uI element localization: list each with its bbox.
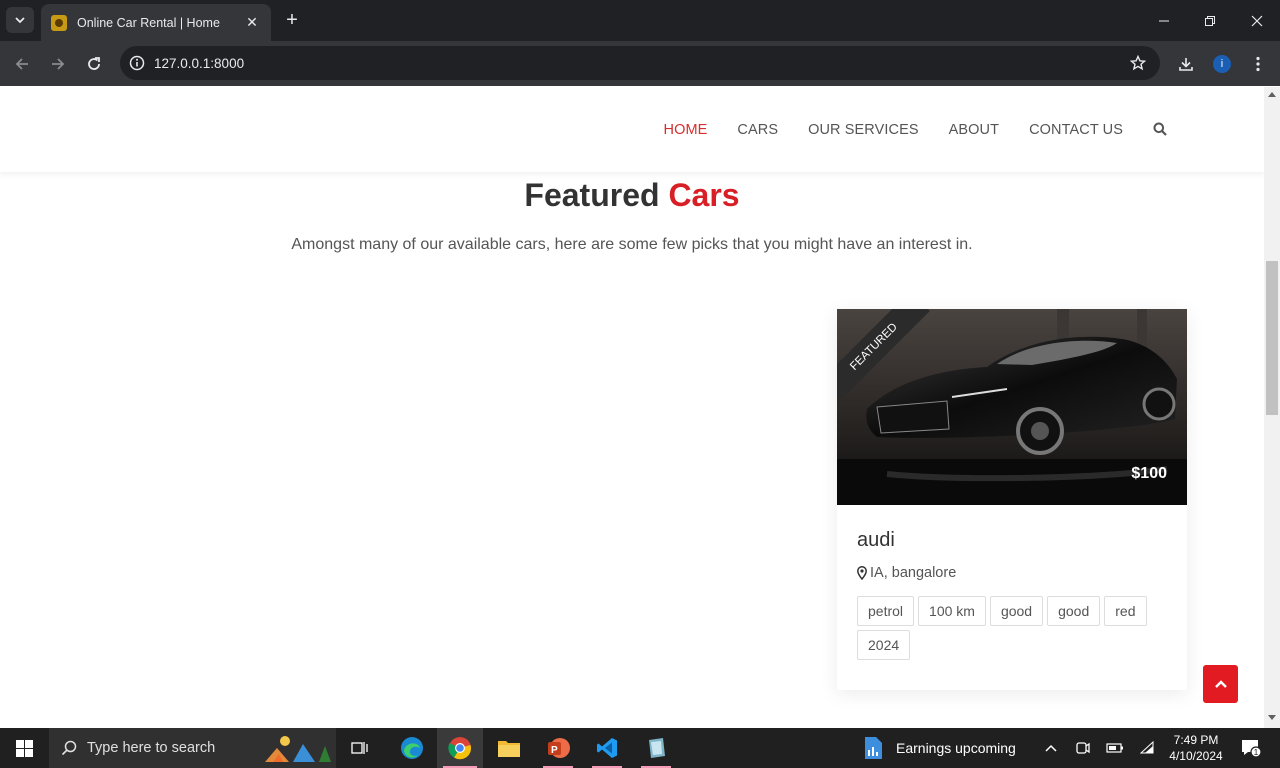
site-favicon-icon [51,14,67,31]
car-location: IA, bangalore [857,565,1167,581]
powerpoint-icon[interactable]: P [535,728,581,768]
url-text: 127.0.0.1:8000 [154,55,245,71]
chevron-up-icon [1214,680,1227,688]
forward-arrow-icon[interactable] [43,49,73,79]
tag-color: red [1104,596,1147,626]
heading-main-text: Featured [524,177,660,213]
heading-accent-text: Cars [668,177,740,213]
restore-icon[interactable] [1187,0,1233,41]
car-image[interactable]: FEATURED $100 [837,309,1187,505]
nav-item-cars[interactable]: CARS [737,122,778,138]
nav-menu: HOME CARS OUR SERVICES ABOUT CONTACT US [634,120,1168,140]
svg-text:P: P [551,745,558,756]
news-widget[interactable]: Earnings upcoming [862,728,1032,768]
nav-item-about[interactable]: ABOUT [949,122,999,138]
tag-mileage: 100 km [918,596,986,626]
windows-taskbar: Type here to search P Earnings upcoming [0,728,1280,768]
site-navbar: HOME CARS OUR SERVICES ABOUT CONTACT US [0,87,1264,172]
tray-overflow-chevron-icon[interactable] [1038,728,1064,768]
nav-search-icon[interactable] [1153,122,1167,140]
back-arrow-icon[interactable] [7,49,37,79]
browser-tab[interactable]: Online Car Rental | Home ✕ [41,4,271,41]
tab-search-chevron-icon[interactable] [6,7,34,33]
nav-item-contact-us[interactable]: CONTACT US [1029,122,1123,138]
car-card[interactable]: FEATURED $100 audi IA, bangalore petrol … [837,309,1187,690]
car-name[interactable]: audi [857,529,1167,552]
new-tab-plus-icon[interactable]: + [281,9,303,31]
chrome-browser-icon[interactable] [437,728,483,768]
windows-start-icon[interactable] [0,728,48,768]
wifi-icon[interactable] [1134,728,1160,768]
tag-year: 2024 [857,630,911,660]
reload-icon[interactable] [79,49,109,79]
minimize-icon[interactable] [1141,0,1187,41]
map-marker-icon [857,566,867,580]
address-bar[interactable]: 127.0.0.1:8000 [120,46,1160,80]
file-explorer-icon[interactable] [486,728,532,768]
window-close-icon[interactable] [1234,0,1280,41]
search-icon [61,740,77,756]
clock-date: 4/10/2024 [1169,749,1223,763]
browser-menu-icon[interactable] [1243,49,1273,79]
car-card-body: audi IA, bangalore petrol 100 km good go… [837,505,1187,684]
bookmark-star-icon[interactable] [1129,54,1147,76]
tag-condition: good [989,596,1044,626]
featured-cars-heading: Featured Cars [0,177,1264,214]
browser-tab-strip: Online Car Rental | Home ✕ + [0,0,1280,41]
edge-browser-icon[interactable] [390,728,434,768]
tag-fuel: petrol [857,596,915,626]
vscode-icon[interactable] [584,728,630,768]
nav-item-our-services[interactable]: OUR SERVICES [808,122,919,138]
scroll-down-arrow-icon[interactable] [1268,715,1276,720]
car-price: $100 [1131,465,1167,482]
car-location-text: IA, bangalore [870,565,957,581]
tag-condition-2: good [1047,596,1101,626]
download-icon[interactable] [1171,49,1201,79]
notification-count: 1 [1254,748,1259,757]
scroll-up-arrow-icon[interactable] [1268,92,1276,97]
page-viewport: HOME CARS OUR SERVICES ABOUT CONTACT US … [0,87,1264,728]
tab-title: Online Car Rental | Home [77,15,220,30]
nav-item-home[interactable]: HOME [664,122,708,138]
scrollbar-thumb[interactable] [1266,261,1278,415]
taskbar-search-placeholder: Type here to search [87,740,216,756]
tab-close-icon[interactable]: ✕ [243,14,261,31]
profile-avatar[interactable]: i [1207,49,1237,79]
clock-time: 7:49 PM [1173,733,1219,747]
news-widget-text: Earnings upcoming [896,740,1016,756]
car-tags: petrol 100 km good good red 2024 [857,596,1167,660]
site-info-icon[interactable] [120,55,154,71]
featured-subtitle: Amongst many of our available cars, here… [291,236,973,253]
task-view-icon[interactable] [341,728,379,768]
campfire-widget-icon [259,734,335,764]
meet-now-icon[interactable] [1070,728,1096,768]
page-scrollbar[interactable] [1264,87,1280,728]
notification-center-icon[interactable]: 1 [1232,728,1272,768]
stock-news-icon [862,736,884,760]
taskbar-search-box[interactable]: Type here to search [49,728,336,768]
browser-toolbar: 127.0.0.1:8000 i [0,41,1280,86]
battery-icon[interactable] [1102,728,1128,768]
scroll-to-top-button[interactable] [1203,665,1238,703]
taskbar-clock[interactable]: 7:49 PM 4/10/2024 [1166,732,1226,764]
notepad-app-icon[interactable] [633,728,679,768]
